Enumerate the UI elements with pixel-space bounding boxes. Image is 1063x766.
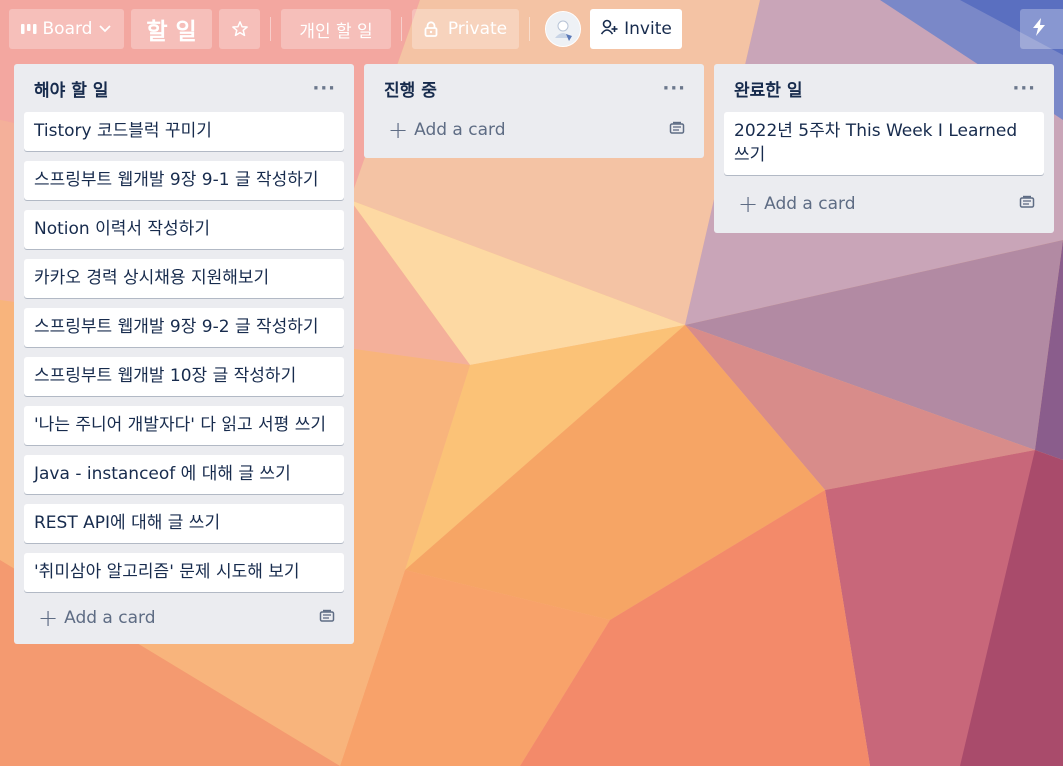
card[interactable]: 스프링부트 웹개발 9장 9-1 글 작성하기 bbox=[24, 161, 344, 200]
list-menu-button[interactable]: ··· bbox=[1012, 78, 1036, 99]
list-menu-button[interactable]: ··· bbox=[662, 78, 686, 99]
list-title[interactable]: 완료한 일 bbox=[734, 76, 802, 101]
star-icon bbox=[231, 20, 249, 38]
add-card-button[interactable]: + Add a card bbox=[738, 192, 856, 216]
plus-icon: + bbox=[738, 190, 759, 218]
card[interactable]: '나는 주니어 개발자다' 다 읽고 서평 쓰기 bbox=[24, 406, 344, 445]
list-title[interactable]: 해야 할 일 bbox=[34, 76, 108, 101]
board-view-switcher[interactable]: Board bbox=[9, 9, 124, 49]
list-menu-button[interactable]: ··· bbox=[312, 78, 336, 99]
board-header: Board 할 일 개인 할 일 Private Invite bbox=[0, 0, 1063, 58]
card[interactable]: REST API에 대해 글 쓰기 bbox=[24, 504, 344, 543]
add-card-label: Add a card bbox=[64, 608, 156, 628]
card-list: Tistory 코드블럭 꾸미기 스프링부트 웹개발 9장 9-1 글 작성하기… bbox=[24, 112, 344, 592]
visibility-label: Private bbox=[447, 19, 508, 39]
card[interactable]: 카카오 경력 상시채용 지원해보기 bbox=[24, 259, 344, 298]
header-divider bbox=[270, 17, 271, 41]
card[interactable]: Tistory 코드블럭 꾸미기 bbox=[24, 112, 344, 151]
board-title[interactable]: 할 일 bbox=[131, 9, 212, 49]
card[interactable]: 스프링부트 웹개발 9장 9-2 글 작성하기 bbox=[24, 308, 344, 347]
card-template-icon[interactable] bbox=[669, 120, 685, 140]
add-person-icon bbox=[600, 18, 618, 41]
workspace-button[interactable]: 개인 할 일 bbox=[281, 9, 391, 49]
invite-label: Invite bbox=[624, 19, 672, 39]
card[interactable]: Notion 이력서 작성하기 bbox=[24, 210, 344, 249]
add-card-button[interactable]: + Add a card bbox=[388, 118, 506, 142]
member-avatar[interactable] bbox=[545, 11, 581, 47]
list-header: 해야 할 일 ··· bbox=[24, 64, 344, 112]
lock-icon bbox=[424, 21, 438, 37]
star-board-button[interactable] bbox=[219, 9, 260, 49]
board-icon bbox=[20, 23, 37, 35]
visibility-button[interactable]: Private bbox=[412, 9, 519, 49]
add-card-label: Add a card bbox=[764, 194, 856, 214]
board-view-label: Board bbox=[42, 19, 93, 39]
chevron-down-icon bbox=[98, 24, 112, 34]
card-template-icon[interactable] bbox=[1019, 194, 1035, 214]
add-card-row: + Add a card bbox=[374, 108, 694, 152]
card-template-icon[interactable] bbox=[319, 608, 335, 628]
card[interactable]: 2022년 5주차 This Week I Learned 쓰기 bbox=[724, 112, 1044, 175]
header-divider bbox=[529, 17, 530, 41]
add-card-button[interactable]: + Add a card bbox=[38, 606, 156, 630]
card[interactable]: Java - instanceof 에 대해 글 쓰기 bbox=[24, 455, 344, 494]
card[interactable]: '취미삼아 알고리즘' 문제 시도해 보기 bbox=[24, 553, 344, 592]
list-done: 완료한 일 ··· 2022년 5주차 This Week I Learned … bbox=[714, 64, 1054, 233]
add-card-row: + Add a card bbox=[24, 592, 344, 644]
list-header: 진행 중 ··· bbox=[374, 64, 694, 112]
power-ups-button[interactable] bbox=[1020, 9, 1063, 49]
add-card-label: Add a card bbox=[414, 120, 506, 140]
plus-icon: + bbox=[388, 116, 409, 144]
lightning-icon bbox=[1032, 18, 1046, 40]
invite-button[interactable]: Invite bbox=[590, 9, 682, 49]
card-list: 2022년 5주차 This Week I Learned 쓰기 bbox=[724, 112, 1044, 175]
list-todo: 해야 할 일 ··· Tistory 코드블럭 꾸미기 스프링부트 웹개발 9장… bbox=[14, 64, 354, 644]
card[interactable]: 스프링부트 웹개발 10장 글 작성하기 bbox=[24, 357, 344, 396]
list-header: 완료한 일 ··· bbox=[724, 64, 1044, 112]
add-card-row: + Add a card bbox=[724, 175, 1044, 233]
list-in-progress: 진행 중 ··· + Add a card bbox=[364, 64, 704, 158]
plus-icon: + bbox=[38, 604, 59, 632]
list-title[interactable]: 진행 중 bbox=[384, 76, 437, 101]
header-divider bbox=[401, 17, 402, 41]
